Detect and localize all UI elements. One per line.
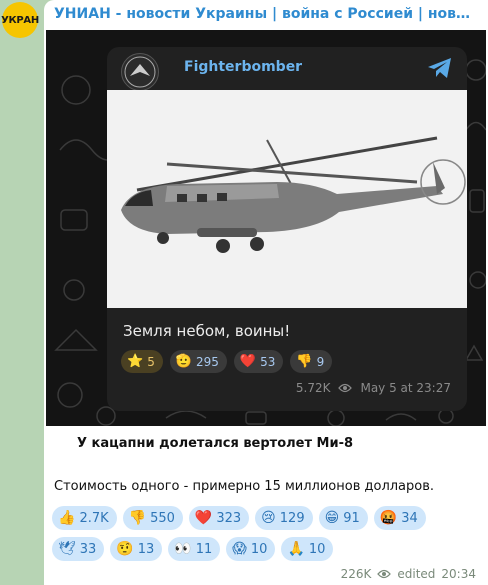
eyes-icon: 👀 [174, 541, 192, 557]
praying-hands-icon: 🙏 [287, 541, 305, 557]
forwarded-post-card[interactable]: Fighterbomber Земля небом, воины! ⭐ 5 🫡 … [107, 47, 467, 411]
reaction-count: 11 [195, 541, 213, 557]
forward-reaction-salute[interactable]: 🫡 295 [169, 350, 227, 373]
reaction-eyes[interactable]: 👀 11 [168, 537, 221, 561]
forward-views: 5.72K [295, 381, 331, 395]
channel-title[interactable]: УНИАН - новости Украины | война с Россие… [54, 6, 478, 22]
reaction-count: 10 [308, 541, 326, 557]
reaction-grinning[interactable]: 😁 91 [318, 506, 368, 530]
helicopter-photo[interactable] [107, 90, 467, 308]
message-meta: 226K edited 20:34 [341, 567, 476, 581]
reaction-count: 129 [279, 510, 305, 526]
heart-icon: ❤️ [194, 510, 213, 526]
thumbs-down-icon: 👎 [296, 354, 313, 369]
thumbs-up-icon: 👍 [58, 510, 76, 526]
reaction-count: 2.7K [79, 510, 109, 526]
reaction-thumbs-up[interactable]: 👍 2.7K [52, 506, 117, 530]
reaction-angry[interactable]: 🤬 34 [373, 506, 426, 530]
reaction-crying[interactable]: 😢 129 [255, 506, 313, 530]
forward-reaction-heart[interactable]: ❤️ 53 [233, 350, 284, 373]
reaction-praying[interactable]: 🙏 10 [281, 537, 334, 561]
dove-icon: 🕊 [58, 541, 76, 557]
reaction-heart[interactable]: ❤️ 323 [188, 506, 250, 530]
reactions-row-1: 👍 2.7K 👎 550 ❤️ 323 😢 129 😁 91 🤬 34 [52, 506, 462, 530]
reaction-count: 323 [216, 510, 242, 526]
forward-meta: 5.72K May 5 at 23:27 [296, 381, 451, 395]
forward-date: May 5 at 23:27 [360, 381, 451, 395]
salute-icon: 🫡 [175, 354, 193, 369]
grinning-face-icon: 😁 [324, 510, 340, 526]
mi-8-helicopter-image [107, 90, 467, 308]
forward-reactions: ⭐ 5 🫡 295 ❤️ 53 👎 9 [121, 350, 333, 373]
reaction-count: 9 [316, 354, 325, 369]
reaction-screaming[interactable]: 😱 10 [226, 537, 276, 561]
message-bubble: УНИАН - новости Украины | война с Россие… [44, 0, 488, 585]
message-headline: У кацапни долетался вертолет Ми-8 [77, 436, 354, 451]
forwarded-media[interactable]: Fighterbomber Земля небом, воины! ⭐ 5 🫡 … [46, 30, 486, 426]
reactions-row-2: 🕊 33 🤨 13 👀 11 😱 10 🙏 10 [52, 537, 462, 561]
eye-icon [338, 383, 353, 393]
reaction-thumbs-down[interactable]: 👎 550 [122, 506, 183, 530]
star-icon: ⭐ [127, 354, 144, 369]
eye-icon [377, 569, 392, 579]
message-views: 226K [340, 567, 372, 581]
screaming-face-icon: 😱 [232, 541, 247, 557]
reaction-count: 550 [150, 510, 175, 526]
fighterbomber-avatar[interactable] [121, 53, 159, 91]
reaction-count: 91 [343, 510, 360, 526]
heart-icon: ❤️ [239, 354, 257, 369]
reaction-count: 13 [137, 541, 155, 557]
reaction-count: 33 [79, 541, 97, 557]
reaction-count: 5 [147, 354, 155, 369]
angry-face-icon: 🤬 [379, 510, 398, 526]
forward-source-name[interactable]: Fighterbomber [184, 59, 302, 75]
reaction-count: 10 [250, 541, 268, 557]
reaction-count: 295 [196, 354, 219, 369]
crying-face-icon: 😢 [261, 510, 276, 526]
edited-label: edited [397, 567, 436, 581]
forward-reaction-thumbs-down[interactable]: 👎 9 [290, 350, 333, 373]
confused-face-icon: 🤨 [116, 541, 134, 557]
message-time: 20:34 [441, 567, 476, 581]
forward-reaction-star[interactable]: ⭐ 5 [121, 350, 163, 373]
reaction-dove[interactable]: 🕊 33 [52, 537, 105, 561]
reaction-confused[interactable]: 🤨 13 [110, 537, 163, 561]
telegram-icon [428, 58, 451, 78]
forward-caption: Земля небом, воины! [123, 322, 291, 340]
reaction-count: 34 [401, 510, 418, 526]
reaction-count: 53 [260, 354, 276, 369]
channel-avatar[interactable]: УКРАН [1, 2, 39, 38]
thumbs-down-icon: 👎 [128, 510, 147, 526]
channel-avatar-label: УКРАН [1, 14, 39, 26]
message-body: Стоимость одного - примерно 15 миллионов… [54, 479, 435, 494]
